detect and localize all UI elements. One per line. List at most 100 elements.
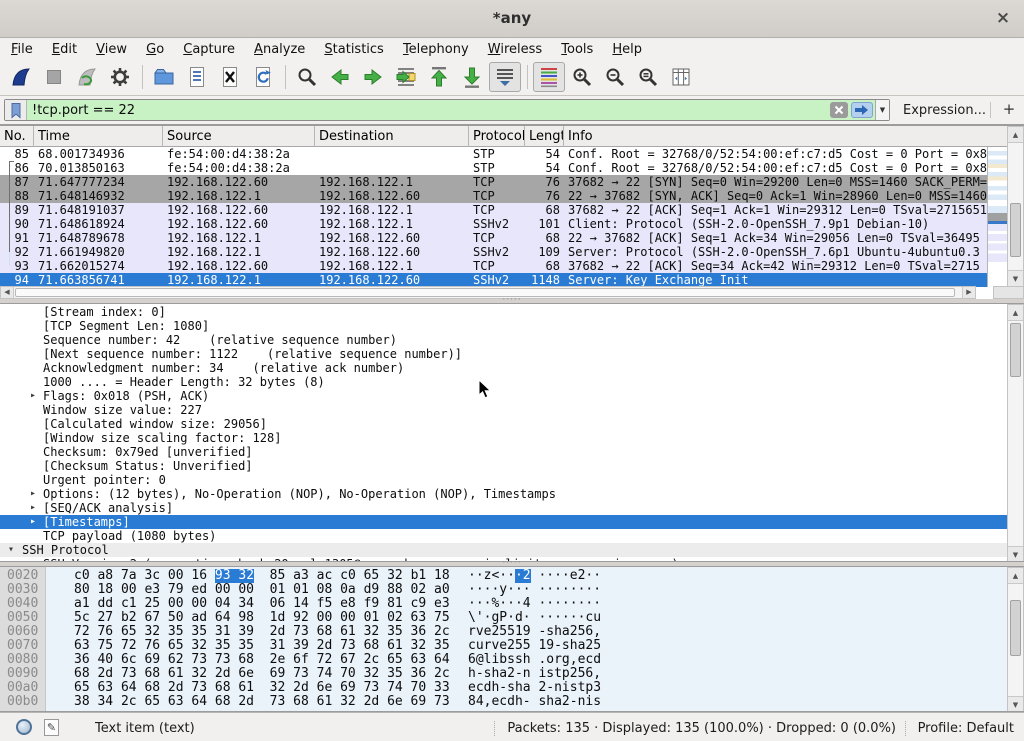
scroll-left-icon[interactable]: ◀: [1, 287, 14, 298]
detail-line[interactable]: [Checksum Status: Unverified]: [0, 459, 1007, 473]
packet-list-scrollbar[interactable]: ▲ ▼: [1007, 126, 1024, 287]
detail-line[interactable]: TCP payload (1080 bytes): [0, 529, 1007, 543]
hex-row[interactable]: 0040a1 dd c1 25 00 00 04 34 06 14 f5 e8 …: [0, 597, 1007, 611]
column-header-info[interactable]: Info: [564, 126, 1007, 147]
scroll-right-icon[interactable]: ▶: [962, 287, 975, 298]
packet-row[interactable]: 8971.648191037192.168.122.60192.168.122.…: [0, 203, 987, 217]
menu-analyze[interactable]: Analyze: [247, 40, 312, 60]
close-window-icon[interactable]: ×: [992, 7, 1014, 29]
detail-line[interactable]: Urgent pointer: 0: [0, 473, 1007, 487]
packet-row[interactable]: 9271.661949820192.168.122.1192.168.122.6…: [0, 245, 987, 259]
scrollbar-thumb[interactable]: [1010, 203, 1021, 257]
detail-line[interactable]: [Calculated window size: 29056]: [0, 417, 1007, 431]
detail-line[interactable]: Acknowledgment number: 34 (relative ack …: [0, 361, 1007, 375]
detail-line[interactable]: ▸Flags: 0x018 (PSH, ACK): [0, 389, 1007, 403]
expert-info-icon[interactable]: [16, 719, 32, 735]
menu-capture[interactable]: Capture: [176, 40, 242, 60]
hscrollbar-thumb[interactable]: [15, 288, 955, 297]
auto-scroll-button[interactable]: [489, 62, 521, 92]
scroll-up-icon[interactable]: ▲: [1008, 305, 1023, 321]
zoom-in-button[interactable]: [566, 62, 598, 92]
detail-line[interactable]: 1000 .... = Header Length: 32 bytes (8): [0, 375, 1007, 389]
expression-button[interactable]: Expression...: [903, 103, 986, 118]
column-header-length[interactable]: Length: [525, 126, 564, 147]
column-header-source[interactable]: Source: [163, 126, 315, 147]
filter-clear-button[interactable]: [830, 102, 848, 118]
filter-bookmark-button[interactable]: [5, 100, 27, 120]
capture-start-button[interactable]: [5, 62, 37, 92]
detail-line[interactable]: [Stream index: 0]: [0, 305, 1007, 319]
resize-columns-button[interactable]: [665, 62, 697, 92]
close-file-button[interactable]: [214, 62, 246, 92]
packet-row[interactable]: 8670.013850163fe:54:00:d4:38:2aSTP54Conf…: [0, 161, 987, 175]
capture-comment-icon[interactable]: ✎: [44, 719, 59, 736]
filter-apply-button[interactable]: [851, 102, 873, 118]
find-packet-button[interactable]: [291, 62, 323, 92]
packet-list-hscrollbar[interactable]: ◀ ▶: [0, 286, 976, 299]
menu-go[interactable]: Go: [139, 40, 171, 60]
colorize-button[interactable]: [533, 62, 565, 92]
scroll-down-icon[interactable]: ▼: [1008, 270, 1023, 286]
expand-arrow-icon[interactable]: ▸: [30, 515, 36, 529]
menu-tools[interactable]: Tools: [554, 40, 600, 60]
hex-row[interactable]: 0020c0 a8 7a 3c 00 16 93 32 85 a3 ac c0 …: [0, 569, 1007, 583]
filter-history-button[interactable]: ▼: [875, 100, 889, 120]
hex-row[interactable]: 009068 2d 73 68 61 32 2d 6e 69 73 74 70 …: [0, 667, 1007, 681]
column-header-protocol[interactable]: Protocol: [469, 126, 525, 147]
menu-edit[interactable]: Edit: [45, 40, 84, 60]
go-to-packet-button[interactable]: [390, 62, 422, 92]
zoom-reset-button[interactable]: [632, 62, 664, 92]
packet-minimap[interactable]: [987, 147, 1007, 287]
scroll-up-icon[interactable]: ▲: [1008, 568, 1023, 584]
status-profile[interactable]: Profile: Default: [905, 721, 1014, 736]
menu-telephony[interactable]: Telephony: [396, 40, 476, 60]
packet-row[interactable]: 8568.001734936fe:54:00:d4:38:2aSTP54Conf…: [0, 147, 987, 161]
go-last-packet-button[interactable]: [456, 62, 488, 92]
reload-file-button[interactable]: [247, 62, 279, 92]
menu-file[interactable]: File: [4, 40, 40, 60]
hex-row[interactable]: 003080 18 00 e3 79 ed 00 00 01 01 08 0a …: [0, 583, 1007, 597]
menu-view[interactable]: View: [89, 40, 134, 60]
menu-help[interactable]: Help: [605, 40, 649, 60]
detail-line[interactable]: [Next sequence number: 1122 (relative se…: [0, 347, 1007, 361]
detail-line[interactable]: ▸Options: (12 bytes), No-Operation (NOP)…: [0, 487, 1007, 501]
menu-wireless[interactable]: Wireless: [481, 40, 549, 60]
expand-arrow-icon[interactable]: ▸: [30, 389, 36, 403]
capture-stop-button[interactable]: [38, 62, 70, 92]
detail-line[interactable]: ▾SSH Protocol: [0, 543, 1007, 557]
detail-line[interactable]: [TCP Segment Len: 1080]: [0, 319, 1007, 333]
hex-row[interactable]: 00505c 27 b2 67 50 ad 64 98 1d 92 00 00 …: [0, 611, 1007, 625]
capture-options-button[interactable]: [104, 62, 136, 92]
detail-line[interactable]: [Window size scaling factor: 128]: [0, 431, 1007, 445]
scrollbar-thumb[interactable]: [1010, 323, 1021, 377]
hex-row[interactable]: 00a065 63 64 68 2d 73 68 61 32 2d 6e 69 …: [0, 681, 1007, 695]
scroll-down-icon[interactable]: ▼: [1008, 696, 1023, 712]
hex-scrollbar[interactable]: ▲ ▼: [1007, 567, 1024, 712]
packet-row[interactable]: 9171.648789678192.168.122.1192.168.122.6…: [0, 231, 987, 245]
details-scrollbar[interactable]: ▲ ▼: [1007, 304, 1024, 562]
packet-row[interactable]: 9471.663856741192.168.122.1192.168.122.6…: [0, 273, 987, 287]
hex-row[interactable]: 006072 76 65 32 35 35 31 39 2d 73 68 61 …: [0, 625, 1007, 639]
open-file-button[interactable]: [148, 62, 180, 92]
detail-line[interactable]: Window size value: 227: [0, 403, 1007, 417]
packet-row[interactable]: 8871.648146932192.168.122.1192.168.122.6…: [0, 189, 987, 203]
add-filter-button[interactable]: +: [1000, 100, 1018, 120]
display-filter-field[interactable]: ▼: [4, 99, 890, 121]
packet-row[interactable]: 9371.662015274192.168.122.60192.168.122.…: [0, 259, 987, 273]
expand-arrow-icon[interactable]: ▸: [30, 487, 36, 501]
display-filter-input[interactable]: [27, 103, 830, 118]
detail-line[interactable]: ▸[Timestamps]: [0, 515, 1007, 529]
packet-row[interactable]: 8771.647777234192.168.122.60192.168.122.…: [0, 175, 987, 189]
hex-row[interactable]: 00b038 34 2c 65 63 64 68 2d 73 68 61 32 …: [0, 695, 1007, 709]
packet-row[interactable]: 9071.648618924192.168.122.60192.168.122.…: [0, 217, 987, 231]
detail-line[interactable]: Checksum: 0x79ed [unverified]: [0, 445, 1007, 459]
go-back-button[interactable]: [324, 62, 356, 92]
collapse-arrow-icon[interactable]: ▾: [8, 543, 14, 557]
detail-line[interactable]: ▸[SEQ/ACK analysis]: [0, 501, 1007, 515]
menu-statistics[interactable]: Statistics: [317, 40, 390, 60]
hex-row[interactable]: 007063 75 72 76 65 32 35 35 31 39 2d 73 …: [0, 639, 1007, 653]
expand-arrow-icon[interactable]: ▸: [30, 501, 36, 515]
column-header-destination[interactable]: Destination: [315, 126, 469, 147]
save-file-button[interactable]: [181, 62, 213, 92]
title-bar[interactable]: *any ×: [0, 0, 1024, 38]
